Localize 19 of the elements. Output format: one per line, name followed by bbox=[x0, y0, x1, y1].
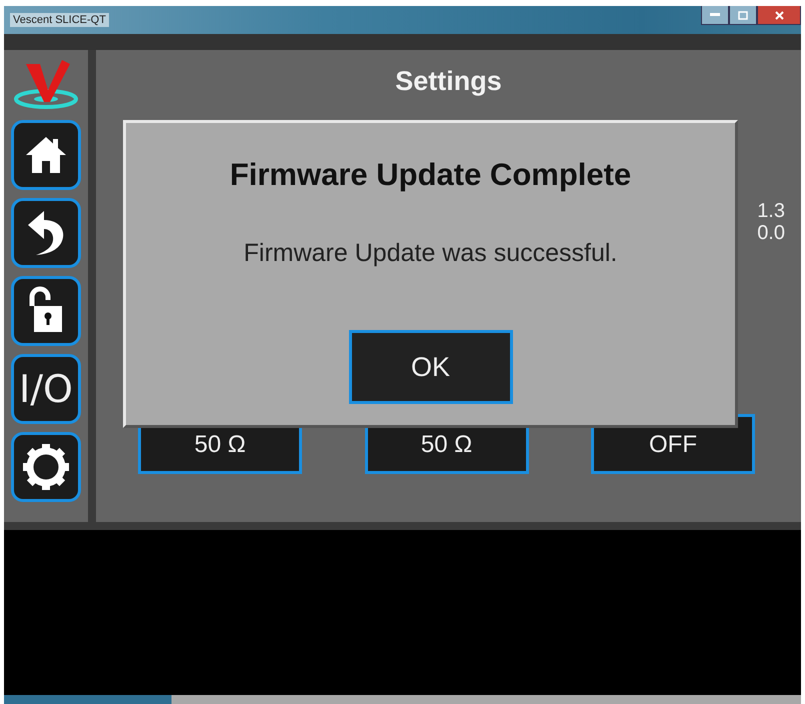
settings-button[interactable] bbox=[11, 432, 81, 502]
minimize-icon bbox=[710, 13, 720, 17]
gear-icon bbox=[22, 443, 70, 491]
maximize-icon bbox=[738, 10, 748, 20]
value-text: 0.0 bbox=[757, 222, 785, 244]
close-button[interactable] bbox=[757, 6, 801, 25]
maximize-button[interactable] bbox=[729, 6, 757, 25]
unlock-button[interactable] bbox=[11, 276, 81, 346]
ok-button[interactable]: OK bbox=[348, 330, 512, 404]
minimize-button[interactable] bbox=[701, 6, 729, 25]
io-button[interactable]: I/O bbox=[11, 354, 81, 424]
dialog-title: Firmware Update Complete bbox=[230, 157, 632, 193]
close-icon bbox=[774, 10, 784, 20]
window-title: Vescent SLICE-QT bbox=[10, 13, 109, 27]
back-button[interactable] bbox=[11, 198, 81, 268]
dialog-message: Firmware Update was successful. bbox=[244, 239, 618, 268]
page-title: Settings bbox=[395, 66, 502, 97]
value-text: 1.3 bbox=[757, 200, 785, 222]
home-button[interactable] bbox=[11, 120, 81, 190]
